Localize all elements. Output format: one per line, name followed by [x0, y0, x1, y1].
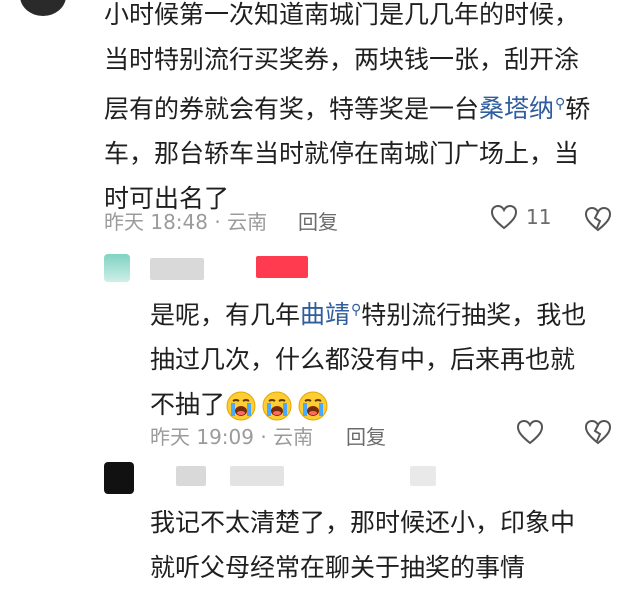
- comment-2-text: 是呢，有几年曲靖⚲特别流行抽奖，我也 抽过几次，什么都没有中，后来再也就 不抽了: [150, 288, 586, 427]
- comment-1-reply-button[interactable]: 回复: [298, 206, 338, 235]
- blurred-username: [230, 466, 284, 486]
- comment-line: 小时候第一次知道南城门是几几年的时候，: [104, 0, 580, 29]
- keyword-link[interactable]: 桑塔纳⚲: [479, 94, 565, 123]
- avatar[interactable]: [20, 0, 66, 16]
- comment-2-time: 昨天 19:09 · 云南: [150, 425, 314, 449]
- comment-2-like-button[interactable]: [516, 419, 544, 445]
- broken-heart-icon: [584, 206, 612, 232]
- comment-line: 车，那台轿车当时就停在南城门广场上，当: [104, 139, 580, 169]
- comment-line: 我记不太清楚了，那时候还小，印象中: [150, 508, 576, 537]
- comment-2-dislike-button[interactable]: [584, 419, 612, 449]
- avatar[interactable]: [104, 254, 130, 282]
- heart-icon: [516, 419, 544, 445]
- comment-line: 就听父母经常在聊关于抽奖的事情: [150, 553, 526, 582]
- comment-line: 是呢，有几年曲靖⚲特别流行抽奖，我也: [150, 300, 587, 330]
- like-count: 11: [526, 205, 552, 229]
- avatar[interactable]: [104, 462, 134, 494]
- keyword-link[interactable]: 曲靖⚲: [300, 300, 361, 329]
- comment-1-like-button[interactable]: 11: [490, 204, 551, 230]
- search-icon: ⚲: [555, 96, 566, 112]
- comment-3-text: 我记不太清楚了，那时候还小，印象中 就听父母经常在聊关于抽奖的事情: [150, 500, 575, 590]
- comment-line: 当时特别流行买奖券，两块钱一张，刮开涂: [104, 45, 580, 74]
- crying-emoji-icon: [262, 391, 292, 421]
- comment-1-time: 昨天 18:48 · 云南: [104, 210, 268, 234]
- comment-1-text: 小时候第一次知道南城门是几几年的时候， 当时特别流行买奖券，两块钱一张，刮开涂 层有…: [104, 0, 590, 221]
- crying-emoji-icon: [226, 391, 256, 421]
- blurred-username: [150, 258, 204, 280]
- comment-line: 抽过几次，什么都没有中，后来再也就: [150, 345, 576, 375]
- comment-1-dislike-button[interactable]: [584, 206, 612, 236]
- search-icon: ⚲: [351, 302, 362, 318]
- blurred-badge: [256, 256, 308, 278]
- broken-heart-icon: [584, 419, 612, 445]
- heart-icon: [490, 204, 518, 230]
- comment-line: 层有的券就会有奖，特等奖是一台桑塔纳⚲轿: [104, 94, 591, 124]
- comment-2-reply-button[interactable]: 回复: [346, 421, 386, 450]
- blurred-username: [176, 466, 206, 486]
- crying-emoji-icon: [298, 391, 328, 421]
- blurred-badge: [410, 466, 436, 486]
